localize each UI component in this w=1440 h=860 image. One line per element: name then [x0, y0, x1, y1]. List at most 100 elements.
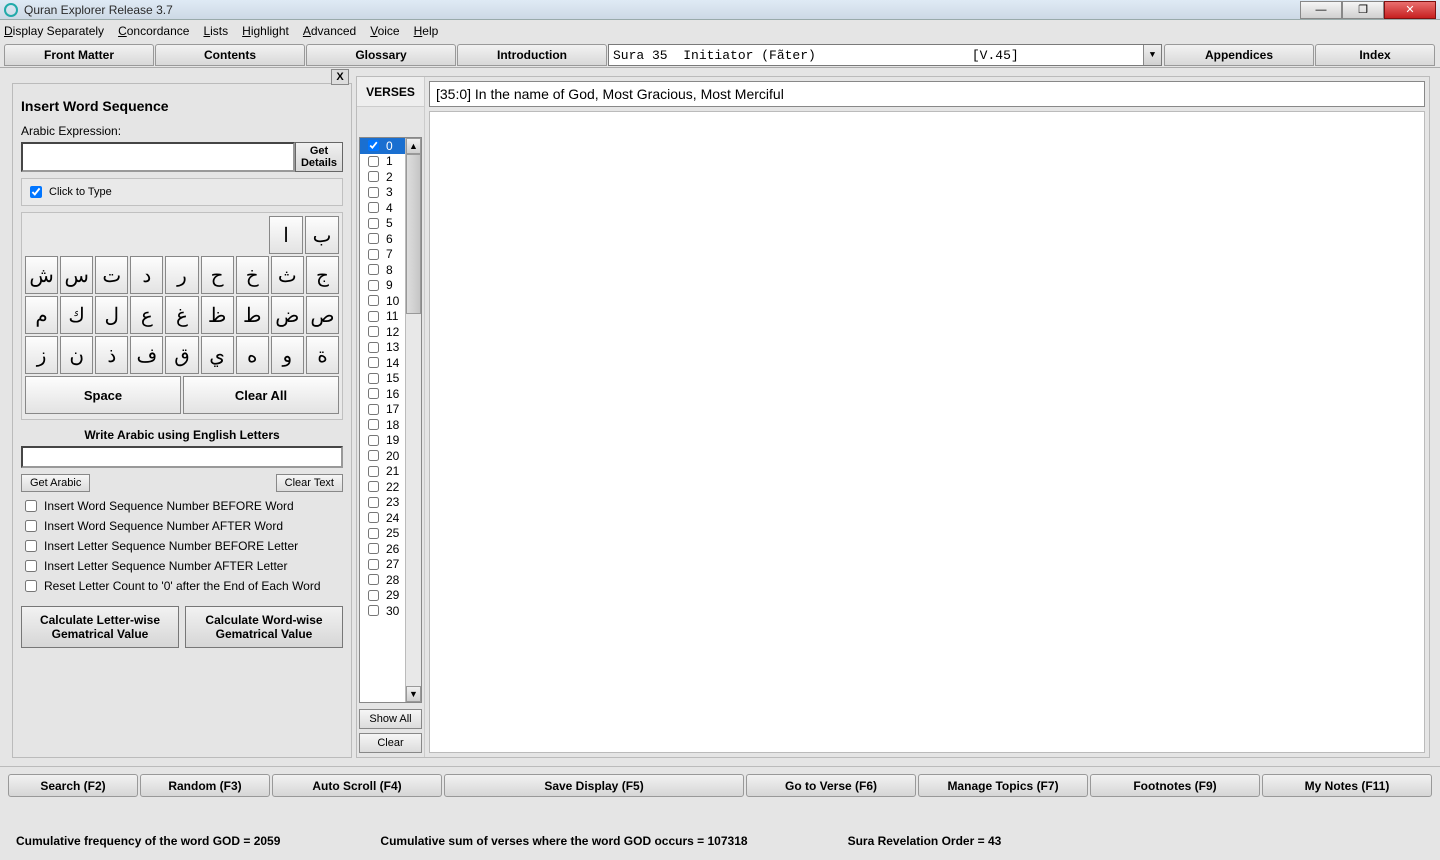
- verse-checkbox[interactable]: [368, 156, 379, 167]
- verse-checkbox[interactable]: [368, 512, 379, 523]
- verse-checkbox[interactable]: [368, 419, 379, 430]
- arabic-expression-input[interactable]: [21, 142, 295, 172]
- arabic-key[interactable]: ب: [305, 216, 339, 254]
- verse-list-item[interactable]: 27: [360, 557, 405, 573]
- close-button[interactable]: ✕: [1384, 1, 1436, 19]
- verses-list[interactable]: 0123456789101112131415161718192021222324…: [360, 138, 405, 702]
- verse-checkbox[interactable]: [368, 280, 379, 291]
- arabic-key[interactable]: ك: [60, 296, 93, 334]
- verse-list-item[interactable]: 19: [360, 433, 405, 449]
- verse-list-item[interactable]: 0: [360, 138, 405, 154]
- option-checkbox[interactable]: [25, 560, 37, 572]
- verse-checkbox[interactable]: [368, 218, 379, 229]
- option-checkbox[interactable]: [25, 520, 37, 532]
- option-row[interactable]: Insert Letter Sequence Number BEFORE Let…: [21, 536, 343, 556]
- manage-topics-button[interactable]: Manage Topics (F7): [918, 774, 1088, 797]
- verse-checkbox[interactable]: [368, 295, 379, 306]
- tab-appendices[interactable]: Appendices: [1164, 44, 1314, 66]
- tab-glossary[interactable]: Glossary: [306, 44, 456, 66]
- get-arabic-button[interactable]: Get Arabic: [21, 474, 90, 492]
- chevron-down-icon[interactable]: ▼: [1143, 45, 1161, 65]
- verse-list-item[interactable]: 20: [360, 448, 405, 464]
- tab-contents[interactable]: Contents: [155, 44, 305, 66]
- arabic-key[interactable]: غ: [165, 296, 198, 334]
- arabic-key[interactable]: و: [271, 336, 304, 374]
- menu-display-separately[interactable]: Display Separately: [4, 24, 104, 38]
- option-row[interactable]: Insert Word Sequence Number AFTER Word: [21, 516, 343, 536]
- clear-all-key[interactable]: Clear All: [183, 376, 339, 414]
- english-letters-input[interactable]: [21, 446, 343, 468]
- option-row[interactable]: Insert Word Sequence Number BEFORE Word: [21, 496, 343, 516]
- verse-list-item[interactable]: 25: [360, 526, 405, 542]
- random-button[interactable]: Random (F3): [140, 774, 270, 797]
- verse-checkbox[interactable]: [368, 171, 379, 182]
- menu-concordance[interactable]: Concordance: [118, 24, 189, 38]
- verse-checkbox[interactable]: [368, 559, 379, 570]
- click-to-type-row[interactable]: Click to Type: [21, 178, 343, 206]
- verse-list-item[interactable]: 30: [360, 603, 405, 619]
- tab-index[interactable]: Index: [1315, 44, 1435, 66]
- verse-list-item[interactable]: 24: [360, 510, 405, 526]
- menu-voice[interactable]: Voice: [370, 24, 399, 38]
- arabic-key[interactable]: س: [60, 256, 93, 294]
- option-checkbox[interactable]: [25, 540, 37, 552]
- verse-list-item[interactable]: 4: [360, 200, 405, 216]
- search-button[interactable]: Search (F2): [8, 774, 138, 797]
- verse-checkbox[interactable]: [368, 140, 379, 151]
- arabic-key[interactable]: ت: [95, 256, 128, 294]
- minimize-button[interactable]: —: [1300, 1, 1342, 19]
- arabic-key[interactable]: ر: [165, 256, 198, 294]
- verse-list-item[interactable]: 29: [360, 588, 405, 604]
- calc-letterwise-button[interactable]: Calculate Letter-wise Gematrical Value: [21, 606, 179, 648]
- arabic-key[interactable]: ف: [130, 336, 163, 374]
- tab-introduction[interactable]: Introduction: [457, 44, 607, 66]
- verse-checkbox[interactable]: [368, 233, 379, 244]
- verse-list-item[interactable]: 17: [360, 402, 405, 418]
- menu-lists[interactable]: Lists: [203, 24, 228, 38]
- arabic-key[interactable]: ط: [236, 296, 269, 334]
- space-key[interactable]: Space: [25, 376, 181, 414]
- option-row[interactable]: Reset Letter Count to '0' after the End …: [21, 576, 343, 596]
- arabic-key[interactable]: ج: [306, 256, 339, 294]
- verse-list-item[interactable]: 10: [360, 293, 405, 309]
- arabic-key[interactable]: ث: [271, 256, 304, 294]
- arabic-key[interactable]: ن: [60, 336, 93, 374]
- verse-list-item[interactable]: 6: [360, 231, 405, 247]
- verse-checkbox[interactable]: [368, 528, 379, 539]
- verse-list-item[interactable]: 18: [360, 417, 405, 433]
- verse-checkbox[interactable]: [368, 249, 379, 260]
- arabic-key[interactable]: ض: [271, 296, 304, 334]
- arabic-key[interactable]: ز: [25, 336, 58, 374]
- verse-checkbox[interactable]: [368, 373, 379, 384]
- scroll-down-icon[interactable]: ▼: [406, 686, 421, 702]
- verse-checkbox[interactable]: [368, 481, 379, 492]
- verse-checkbox[interactable]: [368, 326, 379, 337]
- option-checkbox[interactable]: [25, 580, 37, 592]
- verse-checkbox[interactable]: [368, 357, 379, 368]
- arabic-key[interactable]: ق: [165, 336, 198, 374]
- arabic-key[interactable]: ص: [306, 296, 339, 334]
- verse-list-item[interactable]: 3: [360, 185, 405, 201]
- arabic-key[interactable]: ة: [306, 336, 339, 374]
- arabic-key[interactable]: ا: [269, 216, 303, 254]
- calc-wordwise-button[interactable]: Calculate Word-wise Gematrical Value: [185, 606, 343, 648]
- arabic-key[interactable]: خ: [236, 256, 269, 294]
- verse-checkbox[interactable]: [368, 543, 379, 554]
- verse-list-item[interactable]: 28: [360, 572, 405, 588]
- clear-verses-button[interactable]: Clear: [359, 733, 422, 753]
- verse-checkbox[interactable]: [368, 264, 379, 275]
- verse-list-item[interactable]: 26: [360, 541, 405, 557]
- verse-checkbox[interactable]: [368, 605, 379, 616]
- arabic-key[interactable]: ل: [95, 296, 128, 334]
- verse-list-item[interactable]: 14: [360, 355, 405, 371]
- option-checkbox[interactable]: [25, 500, 37, 512]
- arabic-key[interactable]: ه: [236, 336, 269, 374]
- sura-dropdown[interactable]: Sura 35 Initiator (Fãter) [V.45] ▼: [608, 44, 1162, 66]
- verse-list-item[interactable]: 23: [360, 495, 405, 511]
- show-all-button[interactable]: Show All: [359, 709, 422, 729]
- get-details-button[interactable]: Get Details: [295, 142, 343, 172]
- verse-list-item[interactable]: 7: [360, 247, 405, 263]
- verse-checkbox[interactable]: [368, 342, 379, 353]
- verse-checkbox[interactable]: [368, 388, 379, 399]
- menu-help[interactable]: Help: [414, 24, 439, 38]
